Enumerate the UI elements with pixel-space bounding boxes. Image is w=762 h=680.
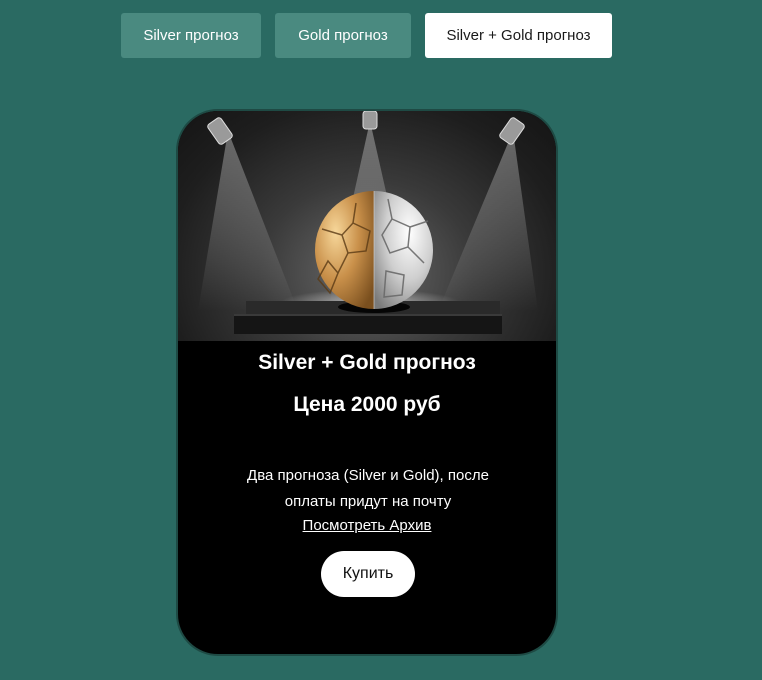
tab-gold[interactable]: Gold прогноз xyxy=(275,13,411,58)
archive-row: Посмотреть Архив xyxy=(178,517,556,534)
soccer-ball-icon xyxy=(198,111,538,334)
product-description: Два прогноза (Silver и Gold), после опла… xyxy=(218,463,518,515)
description-line-2: оплаты придут на почту xyxy=(284,493,452,510)
product-price: Цена 2000 руб xyxy=(293,393,441,416)
tab-silver-gold[interactable]: Silver + Gold прогноз xyxy=(425,13,612,58)
product-image xyxy=(178,111,556,341)
description-line-1: Два прогноза (Silver и Gold), после xyxy=(247,467,489,484)
archive-link[interactable]: Посмотреть Архив xyxy=(303,517,432,534)
product-card: Silver + Gold прогноз Цена 2000 руб Два … xyxy=(176,109,558,656)
tab-silver[interactable]: Silver прогноз xyxy=(121,13,261,58)
buy-button[interactable]: Купить xyxy=(321,551,415,597)
product-title: Silver + Gold прогноз xyxy=(258,351,476,374)
plan-tabs: Silver прогноз Gold прогноз Silver + Gol… xyxy=(121,13,612,58)
